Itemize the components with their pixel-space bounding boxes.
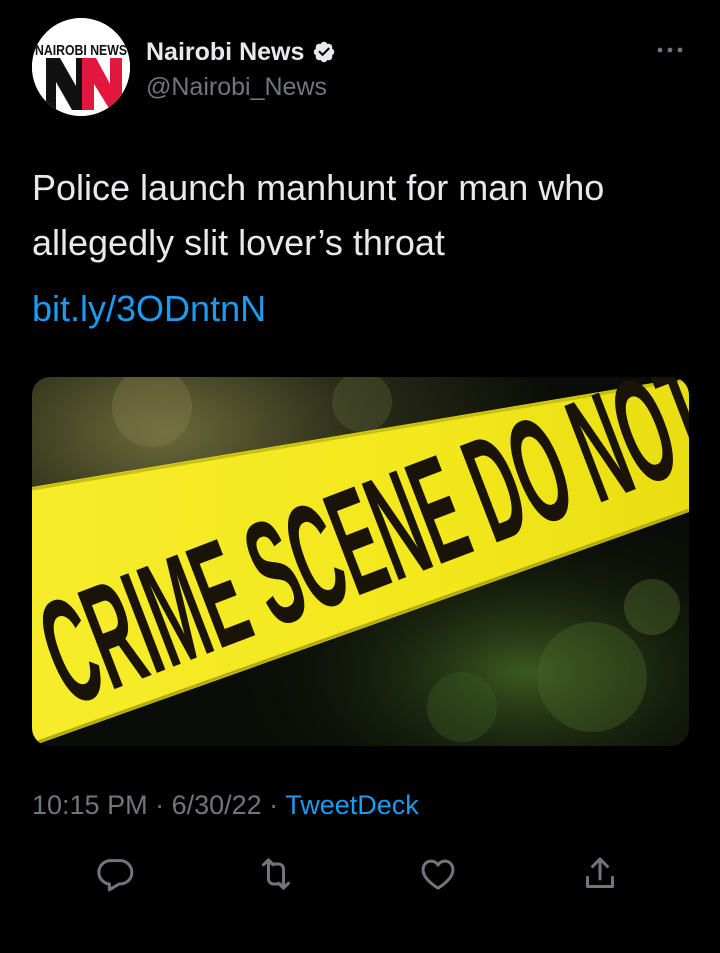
tweet-source[interactable]: TweetDeck: [285, 790, 419, 820]
tweet-link[interactable]: bit.ly/3ODntnN: [32, 287, 266, 331]
retweet-icon[interactable]: [256, 854, 296, 894]
avatar[interactable]: NAIROBI NEWS: [32, 18, 130, 116]
nairobi-news-logo-icon: [32, 18, 130, 116]
tweet-header: NAIROBI NEWS Nairobi News @Nairobi_News: [32, 18, 688, 122]
meta-separator: ·: [147, 790, 172, 820]
like-icon[interactable]: [418, 854, 458, 894]
tweet-time[interactable]: 10:15 PM: [32, 790, 148, 820]
crime-scene-tape-image: CRIME SCENE DO NOT: [32, 377, 689, 746]
display-name[interactable]: Nairobi News: [146, 38, 304, 67]
account-names: Nairobi News @Nairobi_News: [146, 36, 336, 102]
tweet-date[interactable]: 6/30/22: [172, 790, 262, 820]
tweet-meta: 10:15 PM · 6/30/22 · TweetDeck: [32, 790, 419, 821]
account-handle[interactable]: @Nairobi_News: [146, 73, 336, 102]
share-icon[interactable]: [580, 854, 620, 894]
tweet-media-image[interactable]: CRIME SCENE DO NOT: [32, 377, 689, 746]
meta-separator: ·: [261, 790, 286, 820]
more-options-icon[interactable]: [652, 38, 688, 62]
reply-icon[interactable]: [96, 854, 136, 894]
verified-badge-icon: [314, 41, 335, 63]
tweet-text: Police launch manhunt for man who allege…: [32, 167, 605, 263]
action-bar: [0, 846, 720, 906]
